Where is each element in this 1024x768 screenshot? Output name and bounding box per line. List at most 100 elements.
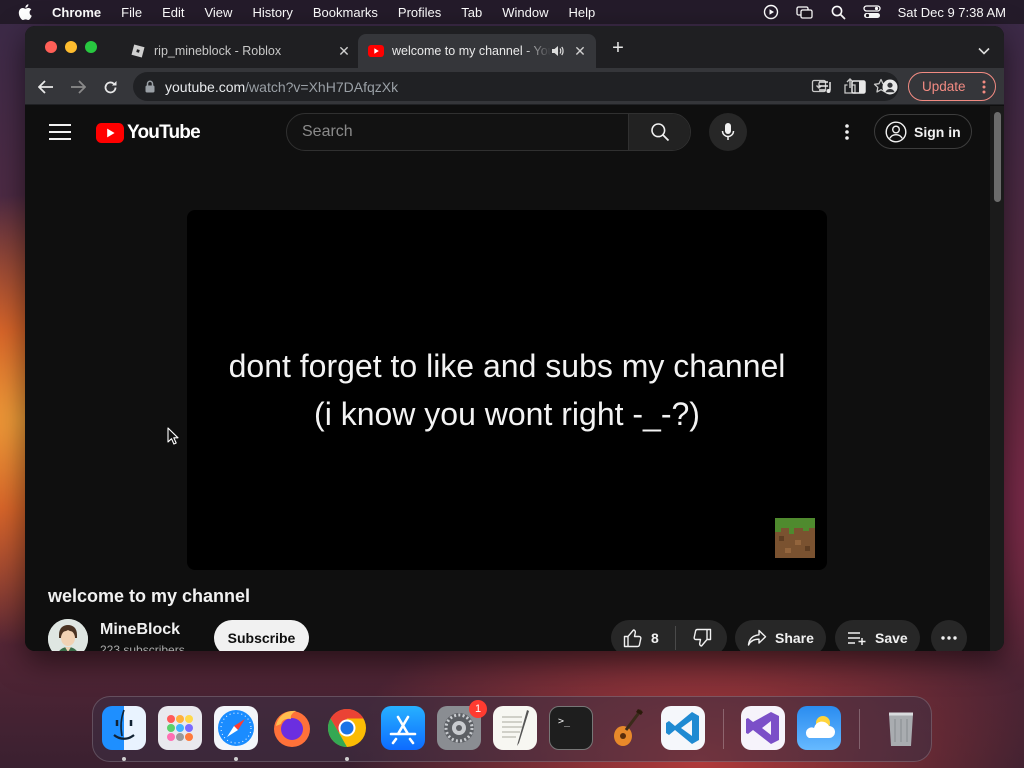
- menu-profiles[interactable]: Profiles: [398, 5, 441, 20]
- more-actions-button[interactable]: [931, 620, 967, 651]
- trash-icon[interactable]: [879, 706, 923, 750]
- close-tab-icon[interactable]: ✕: [336, 43, 352, 59]
- menu-bar: Chrome File Edit View History Bookmarks …: [0, 0, 1024, 24]
- sign-in-button[interactable]: Sign in: [874, 114, 972, 149]
- subscribe-button[interactable]: Subscribe: [214, 620, 309, 651]
- garageband-icon[interactable]: [605, 706, 649, 750]
- search-box: [286, 113, 691, 151]
- menu-bookmarks[interactable]: Bookmarks: [313, 5, 378, 20]
- microphone-icon: [721, 123, 735, 140]
- more-horizontal-icon: [941, 636, 957, 640]
- safari-running-dot: [234, 757, 238, 761]
- back-button[interactable]: [35, 76, 57, 98]
- dock-separator: [723, 709, 724, 749]
- svg-text:>_: >_: [558, 716, 571, 727]
- profile-avatar-icon[interactable]: [879, 76, 901, 98]
- chrome-menu-icon[interactable]: [982, 79, 986, 98]
- tab-roblox[interactable]: rip_mineblock - Roblox ✕: [120, 34, 360, 68]
- control-center-icon[interactable]: [862, 5, 881, 19]
- share-button[interactable]: Share: [735, 620, 826, 651]
- vscode-icon[interactable]: [661, 706, 705, 750]
- menubar-clock[interactable]: Sat Dec 9 7:38 AM: [898, 5, 1006, 20]
- window-controls: [45, 41, 97, 53]
- address-bar[interactable]: youtube.com/watch?v=XhH7DAfqzXk: [133, 72, 899, 101]
- youtube-play-logo-icon: [96, 123, 124, 143]
- menu-view[interactable]: View: [204, 5, 232, 20]
- subscriber-count: 223 subscribers: [100, 643, 185, 651]
- guide-menu-icon[interactable]: [49, 124, 71, 145]
- search-button[interactable]: [628, 114, 690, 150]
- new-tab-button[interactable]: +: [608, 38, 628, 58]
- menu-file[interactable]: File: [121, 5, 142, 20]
- dock-separator: [859, 709, 860, 749]
- close-tab-icon[interactable]: ✕: [572, 43, 588, 59]
- reload-button[interactable]: [99, 76, 121, 98]
- side-panel-icon[interactable]: [847, 76, 869, 98]
- media-controls-icon[interactable]: [815, 76, 837, 98]
- share-arrow-icon: [747, 629, 767, 646]
- safari-icon[interactable]: [214, 706, 258, 750]
- tab-youtube[interactable]: welcome to my channel - YouTube ✕: [358, 34, 596, 68]
- like-button[interactable]: 8: [611, 620, 675, 651]
- minimize-window-button[interactable]: [65, 41, 77, 53]
- dislike-button[interactable]: [676, 620, 727, 651]
- apple-menu-icon[interactable]: [18, 4, 38, 20]
- channel-avatar[interactable]: [48, 619, 88, 651]
- tab-title: welcome to my channel - YouTube: [392, 44, 551, 58]
- dock: 1 >_: [92, 696, 932, 762]
- finder-icon[interactable]: [102, 706, 146, 750]
- close-window-button[interactable]: [45, 41, 57, 53]
- scrollbar-thumb[interactable]: [994, 112, 1001, 202]
- screen-recording-icon[interactable]: [763, 4, 779, 20]
- page-scrollbar[interactable]: [990, 106, 1004, 651]
- app-store-icon[interactable]: [381, 706, 425, 750]
- menu-app-chrome[interactable]: Chrome: [52, 5, 101, 20]
- video-caption-line-1: dont forget to like and subs my channel: [228, 348, 786, 384]
- sign-in-label: Sign in: [914, 123, 961, 140]
- screen-mirroring-icon[interactable]: [795, 4, 814, 20]
- launchpad-icon[interactable]: [158, 706, 202, 750]
- thumbs-down-icon: [692, 628, 711, 647]
- tab-strip: rip_mineblock - Roblox ✕ welcome to my c…: [25, 26, 1004, 68]
- chrome-window: rip_mineblock - Roblox ✕ welcome to my c…: [25, 26, 1004, 651]
- visual-studio-icon[interactable]: [741, 706, 785, 750]
- update-label: Update: [922, 79, 966, 94]
- menu-history[interactable]: History: [252, 5, 292, 20]
- tab-title: rip_mineblock - Roblox: [154, 44, 282, 58]
- zoom-window-button[interactable]: [85, 41, 97, 53]
- terminal-icon[interactable]: >_: [549, 706, 593, 750]
- finder-running-dot: [122, 757, 126, 761]
- mouse-cursor-icon: [167, 427, 179, 450]
- url-text[interactable]: youtube.com/watch?v=XhH7DAfqzXk: [165, 79, 398, 95]
- speaker-icon[interactable]: [551, 45, 564, 57]
- menu-tab[interactable]: Tab: [461, 5, 482, 20]
- thumbs-up-icon: [623, 629, 642, 648]
- lock-icon[interactable]: [145, 80, 155, 93]
- video-caption-line-2: (i know you wont right -_-?): [314, 396, 700, 432]
- url-path: /watch?v=XhH7DAfqzXk: [245, 78, 399, 95]
- chrome-icon[interactable]: [325, 706, 369, 750]
- spotlight-search-icon[interactable]: [831, 5, 846, 20]
- menu-window[interactable]: Window: [502, 5, 548, 20]
- channel-name[interactable]: MineBlock: [100, 621, 180, 639]
- menu-help[interactable]: Help: [569, 5, 596, 20]
- menu-edit[interactable]: Edit: [162, 5, 184, 20]
- add-to-playlist-icon: [848, 632, 866, 645]
- forward-button[interactable]: [67, 76, 89, 98]
- like-count: 8: [651, 630, 659, 646]
- update-chrome-button[interactable]: Update: [908, 72, 996, 101]
- video-player[interactable]: dont forget to like and subs my channel …: [187, 210, 827, 570]
- weather-icon[interactable]: [797, 706, 841, 750]
- save-button[interactable]: Save: [835, 620, 920, 651]
- grass-block-icon: [775, 518, 815, 558]
- like-dislike-group: 8: [611, 620, 727, 651]
- settings-more-icon[interactable]: [838, 122, 856, 142]
- youtube-logo[interactable]: YouTube: [96, 122, 201, 144]
- firefox-icon[interactable]: [270, 706, 314, 750]
- roblox-icon: [130, 43, 146, 59]
- search-input[interactable]: [287, 114, 630, 150]
- youtube-icon: [368, 43, 384, 59]
- textedit-icon[interactable]: [493, 706, 537, 750]
- voice-search-button[interactable]: [709, 113, 747, 151]
- tab-search-chevron-icon[interactable]: [978, 42, 990, 60]
